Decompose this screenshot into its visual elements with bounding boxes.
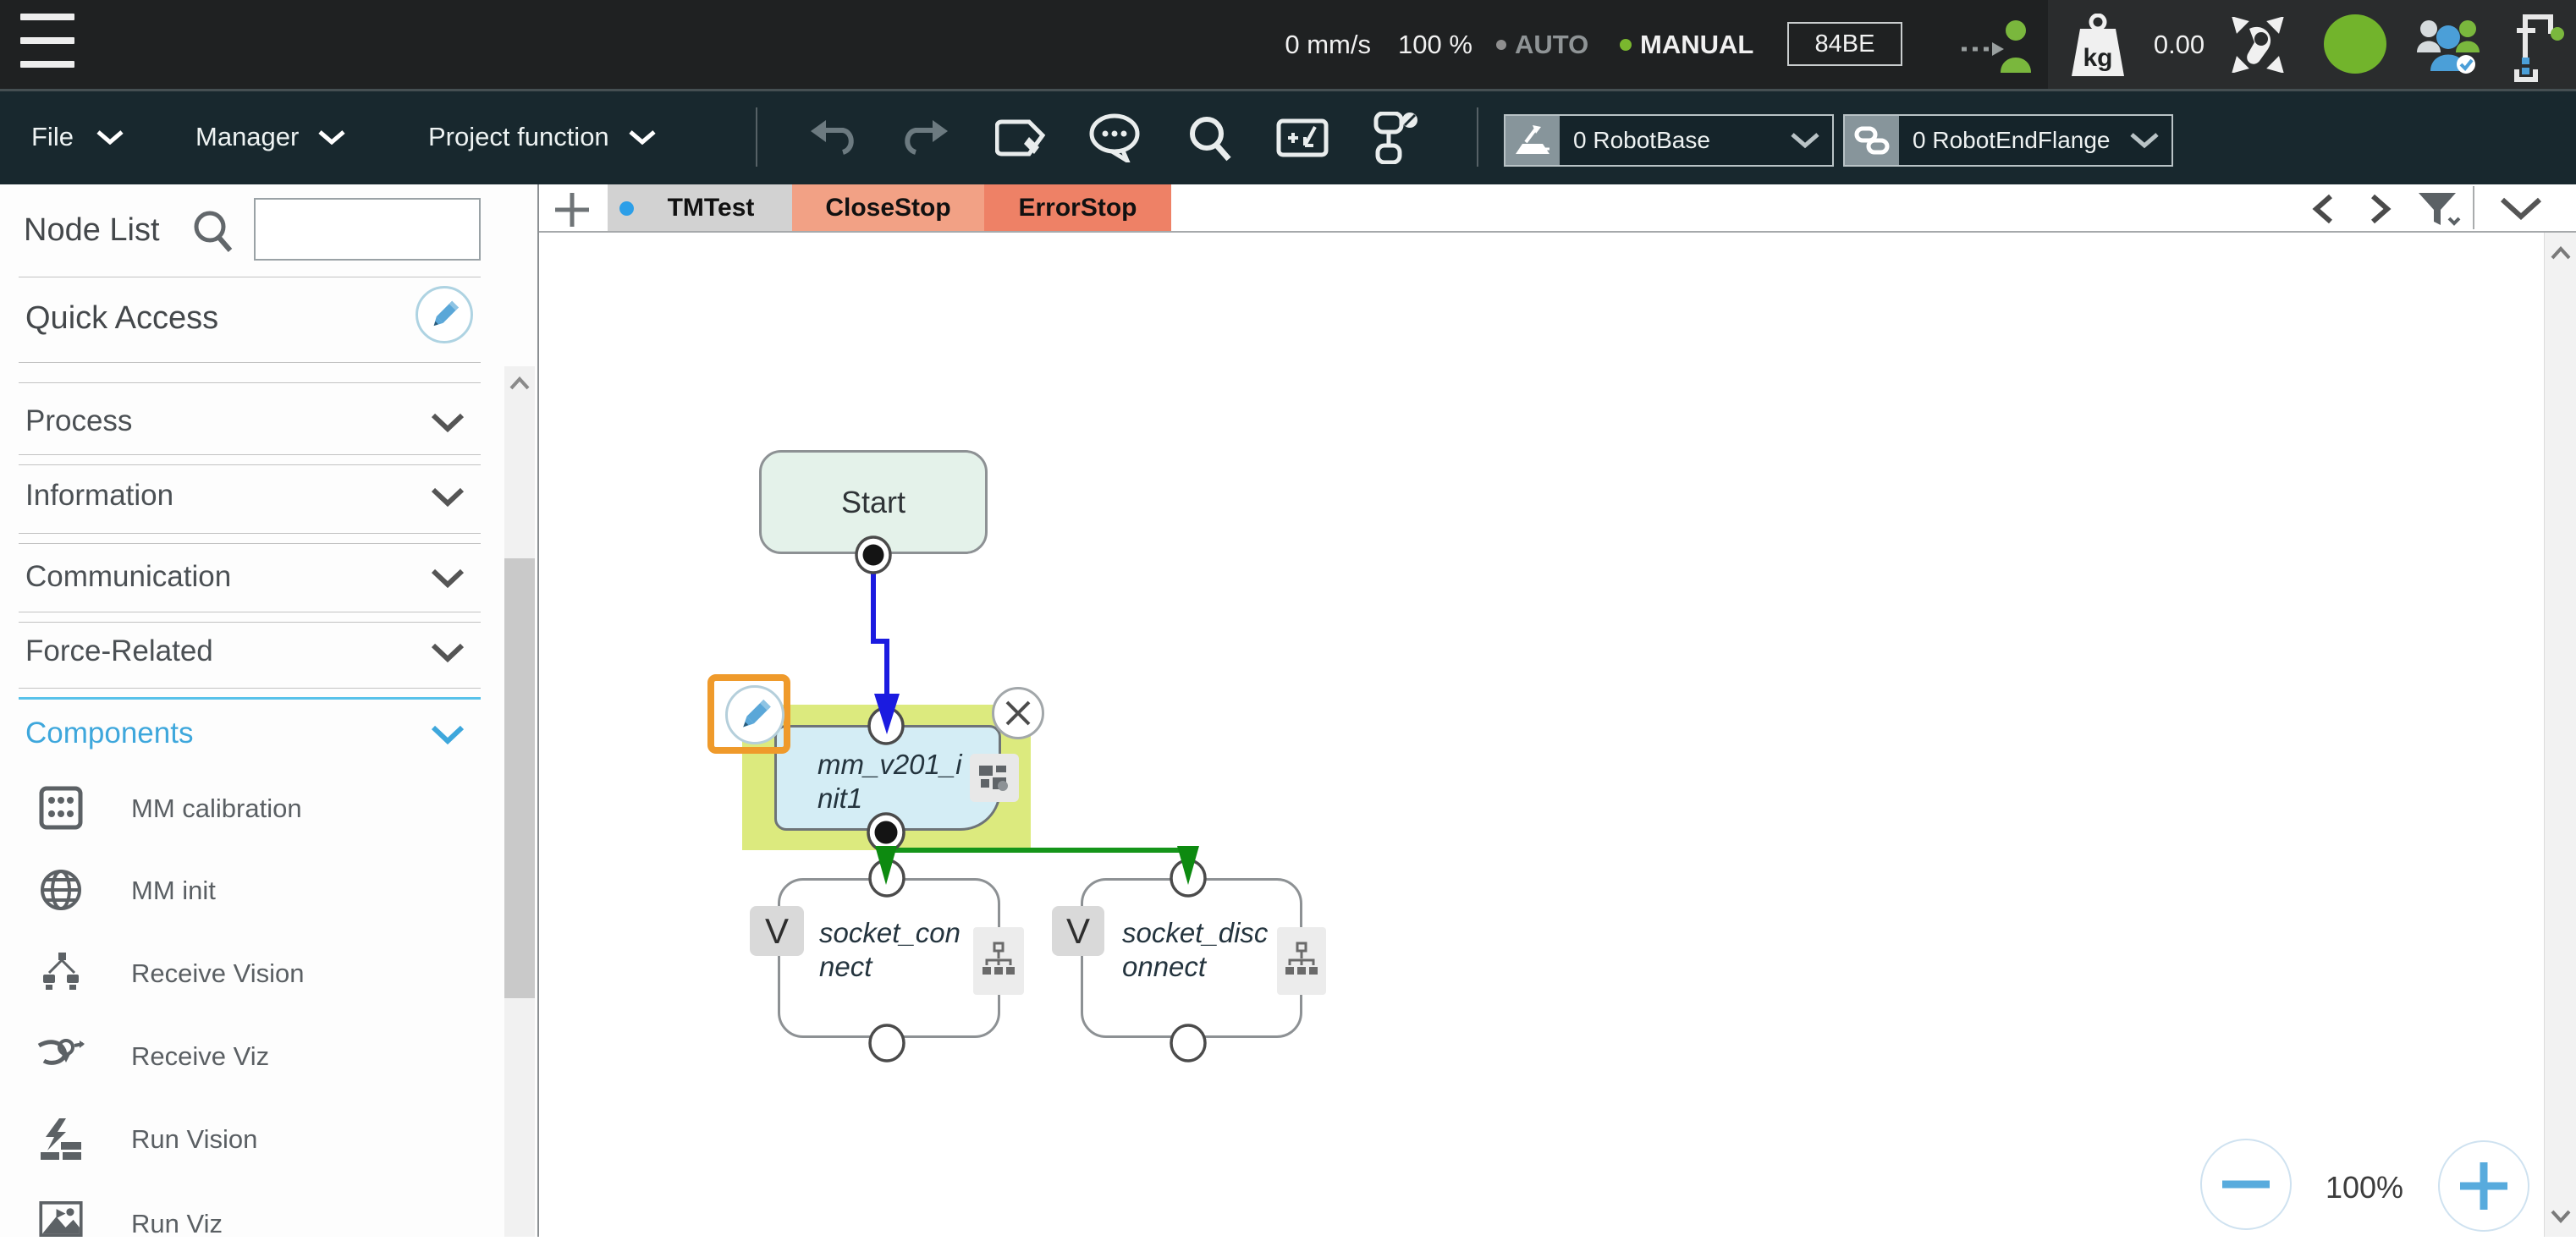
port-connect-out[interactable]	[868, 1024, 905, 1063]
flow-connectors	[855, 535, 1207, 1063]
edit-node-button[interactable]	[725, 685, 784, 744]
port-node-out-filled	[874, 821, 898, 844]
plus-icon	[2460, 1162, 2507, 1210]
minus-icon	[2222, 1180, 2270, 1189]
zoom-in-button[interactable]	[2438, 1140, 2529, 1232]
close-icon	[1005, 700, 1031, 726]
zoom-level: 100%	[2325, 1170, 2404, 1205]
connector-start-to-node[interactable]	[871, 573, 889, 707]
pencil-icon	[743, 699, 771, 728]
port-start-out-filled	[862, 544, 884, 566]
port-disconnect-out[interactable]	[1170, 1024, 1207, 1063]
delete-node-button[interactable]	[992, 687, 1044, 739]
zoom-out-button[interactable]	[2200, 1139, 2292, 1230]
connector-green[interactable]	[883, 832, 1191, 856]
